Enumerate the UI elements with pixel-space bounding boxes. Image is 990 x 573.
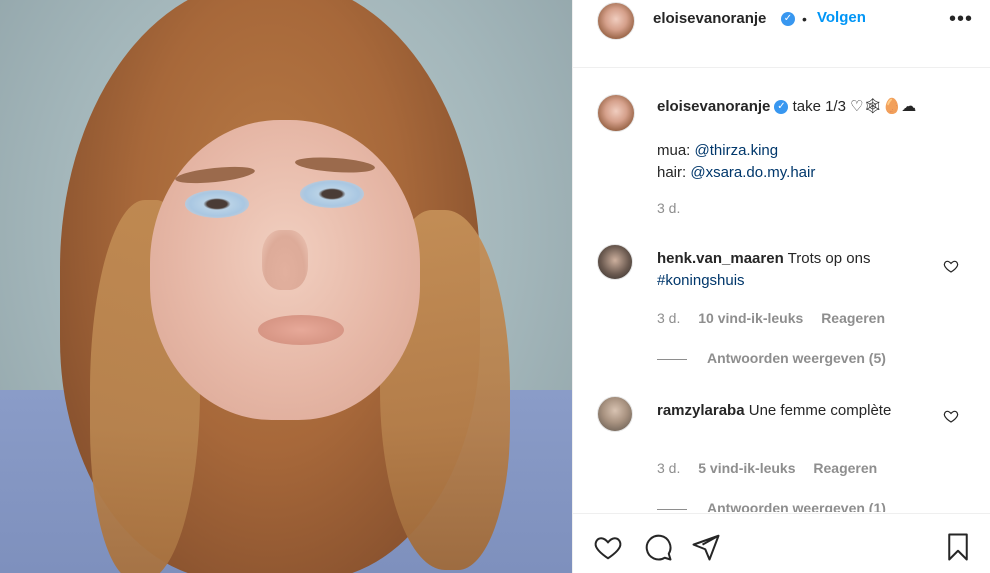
replies-divider: [657, 358, 687, 360]
photo-nose: [262, 230, 308, 290]
comment-likes[interactable]: 10 vind-ik-leuks: [698, 310, 803, 326]
comment: henk.van_maaren Trots op ons #koningshui…: [573, 244, 990, 374]
replies-divider: [657, 508, 687, 510]
comment-icon[interactable]: [643, 532, 673, 562]
view-replies-label: Antwoorden weergeven (1): [707, 500, 886, 512]
view-replies-label: Antwoorden weergeven (5): [707, 350, 886, 366]
avatar[interactable]: [597, 244, 633, 280]
action-bar: [573, 513, 990, 573]
view-replies-button[interactable]: Antwoorden weergeven (1): [657, 500, 886, 512]
caption: eloisevanoranje ✓ take 1/3 ♡🕸🥚☁ mua: @thi…: [573, 94, 990, 224]
comment-likes[interactable]: 5 vind-ik-leuks: [698, 460, 795, 476]
comment-username[interactable]: henk.van_maaren: [657, 250, 784, 267]
comment-body: Trots op ons: [787, 250, 871, 267]
hair-label: hair:: [657, 164, 691, 181]
comment-time: 3 d.: [657, 460, 681, 476]
avatar[interactable]: [597, 396, 633, 432]
heart-icon[interactable]: [943, 408, 959, 424]
comment-time: 3 d.: [657, 310, 681, 326]
mention-link[interactable]: @xsara.do.my.hair: [690, 164, 815, 181]
comments-list[interactable]: eloisevanoranje ✓ take 1/3 ♡🕸🥚☁ mua: @thi…: [573, 70, 990, 512]
avatar[interactable]: [597, 2, 635, 40]
post-photo[interactable]: [0, 0, 572, 573]
comment-text: ramzylaraba Une femme complète: [657, 400, 917, 422]
bookmark-icon[interactable]: [943, 532, 973, 562]
post-side-panel: eloisevanoranje ✓ • Volgen ••• eloisevan…: [572, 0, 990, 573]
comment-body: Une femme complète: [748, 402, 892, 419]
caption-username[interactable]: eloisevanoranje: [657, 98, 770, 115]
caption-time: 3 d.: [657, 200, 681, 216]
comment-text: henk.van_maaren Trots op ons #koningshui…: [657, 248, 947, 292]
caption-body: take 1/3 ♡🕸🥚☁: [792, 98, 917, 115]
photo-eye: [300, 180, 364, 208]
caption-credits: mua: @thirza.king hair: @xsara.do.my.hai…: [657, 140, 947, 184]
photo-eye: [185, 190, 249, 218]
verified-badge-icon: ✓: [774, 100, 789, 115]
hashtag-link[interactable]: #koningshuis: [657, 272, 745, 289]
view-replies-button[interactable]: Antwoorden weergeven (5): [657, 350, 886, 366]
caption-text: eloisevanoranje ✓ take 1/3 ♡🕸🥚☁: [657, 96, 947, 118]
avatar[interactable]: [597, 94, 635, 132]
comment-meta: 3 d. 5 vind-ik-leuks Reageren: [657, 460, 877, 476]
heart-icon[interactable]: [943, 258, 959, 274]
more-options-icon[interactable]: •••: [949, 8, 973, 31]
paper-plane-icon[interactable]: [691, 532, 721, 562]
follow-button[interactable]: Volgen: [817, 9, 866, 26]
reply-button[interactable]: Reageren: [813, 460, 877, 476]
separator-dot: •: [802, 11, 807, 27]
reply-button[interactable]: Reageren: [821, 310, 885, 326]
comment-username[interactable]: ramzylaraba: [657, 402, 745, 419]
mua-label: mua:: [657, 142, 695, 159]
post-header: eloisevanoranje ✓ • Volgen •••: [573, 0, 990, 68]
mention-link[interactable]: @thirza.king: [695, 142, 779, 159]
heart-icon[interactable]: [593, 532, 623, 562]
verified-badge-icon: ✓: [781, 12, 795, 26]
photo-lips: [258, 315, 344, 345]
comment-meta: 3 d. 10 vind-ik-leuks Reageren: [657, 310, 885, 326]
comment: ramzylaraba Une femme complète 3 d. 5 vi…: [573, 396, 990, 512]
header-username[interactable]: eloisevanoranje: [653, 10, 766, 27]
